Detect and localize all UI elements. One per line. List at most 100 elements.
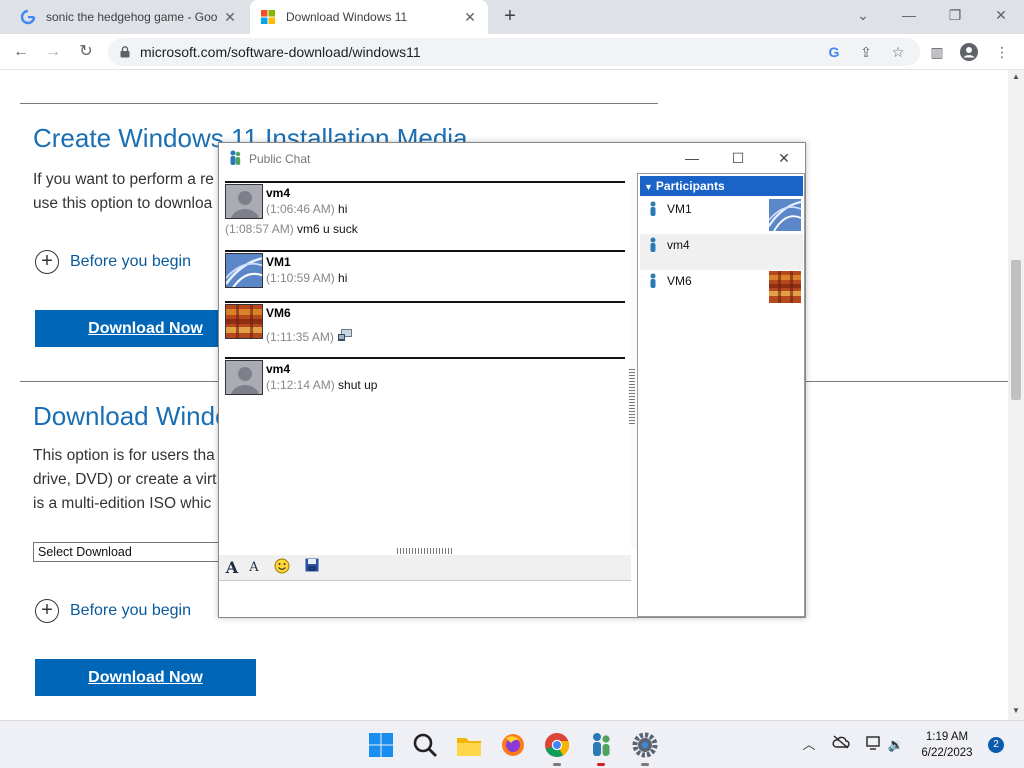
message-line: (1:08:57 AM) vm6 u suck [225,222,358,236]
tab-search-icon[interactable]: ⌄ [840,0,886,30]
back-button[interactable]: ← [9,40,33,64]
tab-close-icon[interactable]: ✕ [222,9,238,26]
message-history[interactable]: vm4 (1:06:46 AM) hi (1:08:57 AM) vm6 u s… [219,173,631,549]
participant-item[interactable]: VM6 [640,270,803,306]
avatar-vm1 [769,199,801,231]
new-tab-button[interactable]: + [498,5,522,29]
kebab-menu-icon[interactable]: ⋮ [993,43,1011,61]
share-icon[interactable]: ⇪ [857,43,875,61]
google-lens-icon[interactable]: G [825,43,843,61]
settings-gear-icon[interactable] [630,730,660,760]
minimize-button[interactable]: — [886,0,932,30]
chat-close-button[interactable]: ✕ [761,147,807,169]
show-hidden-icons-chevron-icon[interactable]: ︿ [799,735,819,755]
search-icon[interactable] [410,730,440,760]
user-status-icon [650,237,656,252]
close-window-button[interactable]: ✕ [978,0,1024,30]
divider [20,103,658,104]
tab-title: Download Windows 11 [286,10,408,24]
before-you-begin-expander[interactable]: + Before you begin [35,250,191,274]
scroll-down-arrow-icon[interactable]: ▼ [1008,706,1024,715]
scrollbar-thumb[interactable] [1011,260,1021,400]
horizontal-splitter-handle[interactable] [397,548,453,554]
windows-start-icon[interactable] [366,730,396,760]
section-text: This option is for users tha [33,447,215,464]
chat-titlebar[interactable]: Public Chat — ☐ ✕ [219,143,805,173]
forward-button[interactable]: → [41,40,65,64]
volume-icon[interactable]: 🔉 [886,735,906,755]
participants-panel: ▼ Participants VM1 vm4 VM6 [637,173,805,617]
tab-download-windows[interactable]: Download Windows 11 ✕ [250,0,488,34]
google-icon [20,9,36,25]
participant-name: VM6 [667,274,692,288]
chat-window-title: Public Chat [249,152,311,166]
before-you-begin-expander[interactable]: + Before you begin [35,599,191,623]
reload-button[interactable]: ↻ [74,40,98,64]
participant-item[interactable]: VM1 [640,198,803,234]
message-separator [225,250,625,252]
chat-app-taskbar-icon[interactable] [586,730,616,760]
clock-date: 6/22/2023 [921,747,973,759]
file-explorer-icon[interactable] [454,730,484,760]
message-text: vm6 u suck [297,222,358,236]
page-scrollbar[interactable]: ▲ ▼ [1008,70,1024,720]
message-line: (1:06:46 AM) hi [266,202,347,216]
message-line: (1:11:35 AM) [266,328,353,344]
windows-taskbar: ︿ 🔉 1:19 AM 6/22/2023 2 [0,720,1024,768]
participants-header[interactable]: ▼ Participants [640,176,803,196]
message-sender: vm4 [266,362,291,376]
onedrive-offline-icon[interactable] [831,735,851,755]
message-line: (1:12:14 AM) shut up [266,378,377,392]
emoticon-icon[interactable] [271,558,293,578]
section-text: use this option to downloa [33,195,213,212]
formatting-toolbar: A A [219,555,631,581]
tab-google-search[interactable]: sonic the hedgehog game - Goo ✕ [10,0,248,34]
font-icon[interactable]: A [221,558,243,578]
chat-maximize-button[interactable]: ☐ [715,147,761,169]
chrome-icon[interactable] [542,730,572,760]
nudge-emoticon-icon [338,329,353,341]
network-icon[interactable] [863,735,883,755]
save-icon[interactable] [301,558,323,578]
system-clock[interactable]: 1:19 AM 6/22/2023 [912,729,982,761]
text-color-icon[interactable]: A [243,558,265,578]
firefox-icon[interactable] [498,730,528,760]
tab-title: sonic the hedgehog game - Goo [46,10,218,24]
address-bar[interactable]: microsoft.com/software-download/windows1… [108,38,920,66]
avatar-vm6 [225,304,263,339]
message-sender: VM1 [266,255,291,269]
message-time: (1:06:46 AM) [266,202,335,216]
message-text: hi [338,271,348,285]
profile-avatar-icon[interactable] [960,43,978,61]
bookmark-star-icon[interactable]: ☆ [889,43,907,61]
participant-item[interactable]: vm4 [640,234,803,270]
expander-label: Before you begin [70,602,191,619]
avatar-default [225,360,263,395]
restore-button[interactable]: ❐ [932,0,978,30]
running-indicator [641,763,649,766]
side-panel-icon[interactable]: ▥ [928,43,946,61]
message-sender: vm4 [266,186,291,200]
notification-badge[interactable]: 2 [988,737,1004,753]
section-text: is a multi-edition ISO whic [33,495,212,512]
tab-close-icon[interactable]: ✕ [462,9,478,26]
vertical-splitter-handle[interactable] [629,369,635,425]
message-input[interactable] [219,581,631,617]
message-time: (1:08:57 AM) [225,222,294,236]
message-separator [225,301,625,303]
message-sender: VM6 [266,306,291,320]
message-time: (1:10:59 AM) [266,271,335,285]
participant-name: VM1 [667,202,692,216]
message-line: (1:10:59 AM) hi [266,271,347,285]
browser-toolbar: ← → ↻ microsoft.com/software-download/wi… [0,34,1024,70]
lock-icon [120,46,130,58]
scroll-up-arrow-icon[interactable]: ▲ [1008,72,1024,81]
running-indicator [597,763,605,766]
avatar-vm6 [769,271,801,303]
section-heading: Download Windo [33,401,230,431]
chat-minimize-button[interactable]: — [669,147,715,169]
download-now-button[interactable]: Download Now [35,659,256,696]
user-status-icon [650,273,656,288]
message-separator [225,181,625,183]
collapse-triangle-icon: ▼ [644,182,653,192]
